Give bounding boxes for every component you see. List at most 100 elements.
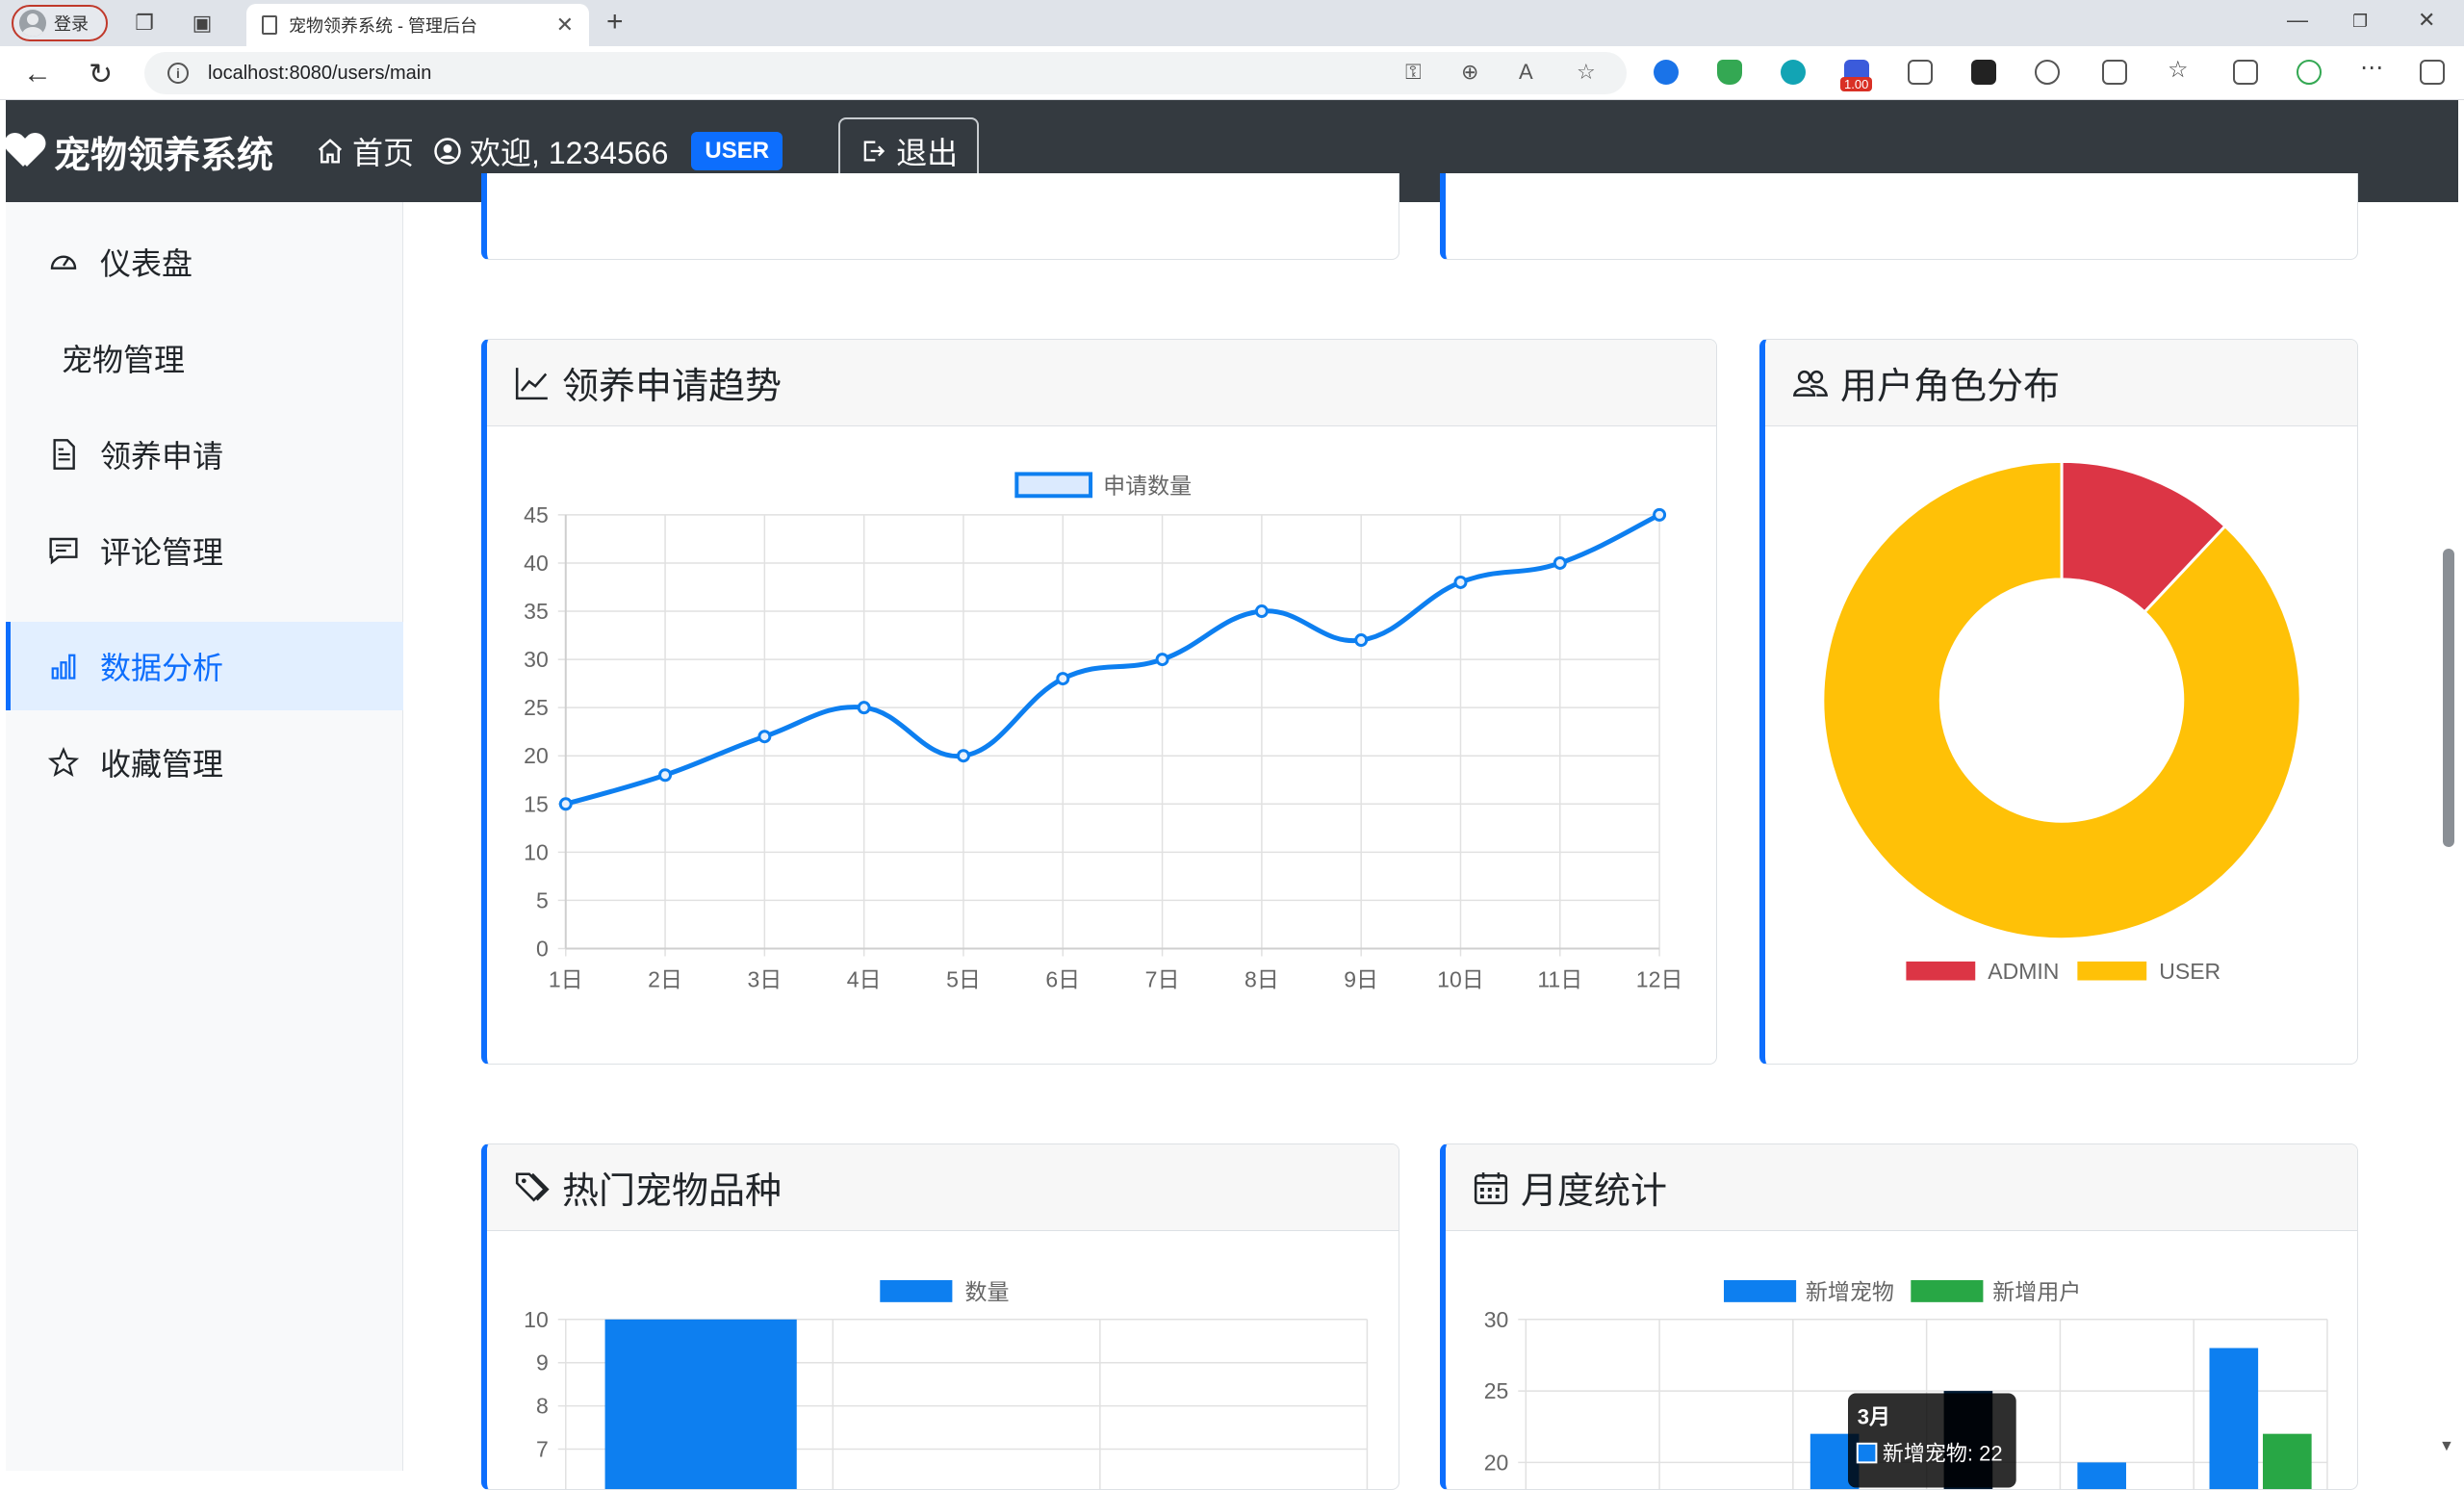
site-info-icon[interactable]: i	[167, 63, 189, 84]
extensions-puzzle-icon[interactable]	[2035, 60, 2060, 85]
extension-teal-icon[interactable]	[1781, 60, 1806, 85]
data-point	[1553, 555, 1567, 570]
sidebar-item-pets[interactable]: 宠物管理	[6, 314, 403, 402]
nav-home-label: 首页	[352, 136, 415, 170]
trend-card-title: 领养申请趋势	[562, 367, 783, 407]
profile-button[interactable]: 登录	[12, 5, 108, 41]
calendar-icon	[1474, 1171, 1508, 1204]
legend-swatch	[880, 1279, 953, 1302]
sidebar-item-label: 领养申请	[100, 439, 224, 474]
y-tick-label: 20	[1484, 1450, 1509, 1475]
page-icon	[262, 15, 277, 35]
data-point	[1453, 575, 1468, 589]
sidebar-item-label: 仪表盘	[100, 246, 193, 281]
page-scrollbar[interactable]	[2443, 549, 2454, 847]
extension-blue-icon[interactable]	[1654, 60, 1679, 85]
y-tick-label: 15	[524, 791, 549, 816]
browser-tab[interactable]: 宠物领养系统 - 管理后台 ✕	[246, 4, 589, 46]
legend-swatch	[1724, 1279, 1797, 1302]
monthly-card-header: 月度统计	[1446, 1144, 2357, 1231]
collections-icon[interactable]	[1908, 60, 1933, 85]
comment-icon	[46, 533, 81, 568]
sidebar: 仪表盘 宠物管理 领养申请 评论管理 数据分析 收藏管理	[6, 202, 403, 1471]
minimize-icon[interactable]: —	[2287, 8, 2308, 33]
doughnut-slice-user	[1821, 459, 2302, 941]
favorites-icon[interactable]: ☆	[2168, 56, 2193, 83]
new-tab-icon[interactable]: +	[606, 6, 624, 39]
star-icon	[46, 745, 81, 780]
logout-label: 退出	[896, 136, 959, 170]
key-icon[interactable]: ⚿	[1405, 60, 1422, 85]
welcome-user: 欢迎, 1234566	[433, 129, 668, 173]
welcome-text: 欢迎, 1234566	[470, 136, 669, 170]
legend-label: USER	[2159, 959, 2220, 984]
back-icon[interactable]: ←	[23, 58, 52, 90]
stat-card-right	[1440, 173, 2358, 260]
extension-dark-icon[interactable]	[1971, 60, 1996, 85]
roles-card: 用户角色分布 ADMIN USER	[1759, 339, 2358, 1065]
more-menu-icon[interactable]: ⋯	[2360, 54, 2385, 81]
data-point	[1056, 672, 1070, 686]
legend-label: ADMIN	[1988, 959, 2059, 984]
favorite-icon[interactable]: ☆	[1577, 60, 1596, 85]
sidebar-item-favorites[interactable]: 收藏管理	[6, 718, 403, 807]
stat-card-left	[481, 173, 1399, 260]
x-tick-label: 7日	[1145, 966, 1180, 991]
legend-swatch	[1906, 961, 1976, 981]
y-tick-label: 0	[536, 936, 549, 961]
y-tick-label: 5	[536, 887, 549, 912]
bar	[2263, 1433, 2312, 1489]
speedometer-icon	[46, 244, 81, 279]
x-tick-label: 8日	[1245, 966, 1279, 991]
tooltip-title: 3月	[1858, 1405, 1890, 1429]
y-tick-label: 7	[536, 1436, 549, 1461]
role-badge: USER	[691, 132, 783, 170]
x-tick-label: 11日	[1537, 966, 1582, 991]
y-tick-label: 20	[524, 743, 549, 768]
tooltip-swatch	[1856, 1442, 1878, 1464]
sidebar-item-applications[interactable]: 领养申请	[6, 410, 403, 499]
sidebar-item-label: 数据分析	[100, 651, 224, 685]
read-aloud-icon[interactable]: A	[1519, 60, 1533, 85]
tab-title: 宠物领养系统 - 管理后台	[289, 16, 477, 36]
profile-label: 登录	[54, 14, 89, 34]
data-point	[1653, 507, 1667, 522]
window-close-icon[interactable]: ✕	[2418, 8, 2435, 33]
trend-line-chart: 0 5 10 15 20 25 30 35 40 45 1日 2日 3日 4日 5日 6日 7日 8日 9日 10日 1…	[524, 472, 1682, 991]
nav-home-link[interactable]: 首页	[316, 129, 414, 173]
scroll-down-arrow-icon[interactable]: ▼	[2439, 1438, 2454, 1455]
document-icon	[46, 437, 81, 472]
refresh-icon[interactable]: ↻	[89, 58, 113, 91]
sidebar-item-dashboard[interactable]: 仪表盘	[6, 218, 403, 306]
shield-extension-icon[interactable]	[1717, 60, 1742, 85]
sidebar-toggle-icon[interactable]	[2420, 60, 2445, 85]
data-point	[558, 797, 573, 811]
split-screen-icon[interactable]	[2102, 60, 2127, 85]
sidebar-item-label: 收藏管理	[100, 747, 224, 782]
legend-swatch	[2077, 961, 2147, 981]
vertical-tabs-icon[interactable]: ▣	[189, 10, 216, 37]
extension-badge: 1.00	[1840, 77, 1873, 91]
tags-icon	[515, 1171, 550, 1201]
sidebar-item-label: 评论管理	[100, 535, 224, 570]
x-tick-label: 9日	[1344, 966, 1378, 991]
brand[interactable]: 宠物领养系统	[6, 125, 273, 178]
x-tick-label: 10日	[1437, 966, 1484, 991]
workspaces-icon[interactable]: ❐	[131, 10, 158, 37]
sidebar-item-analytics[interactable]: 数据分析	[6, 622, 403, 710]
address-input[interactable]: i localhost:8080/users/main	[144, 52, 1627, 94]
sidebar-item-comments[interactable]: 评论管理	[6, 506, 403, 595]
x-tick-label: 1日	[549, 966, 583, 991]
browser-collections-icon[interactable]	[2233, 60, 2258, 85]
bar	[2077, 1462, 2126, 1489]
data-point	[757, 730, 772, 744]
zoom-icon[interactable]: ⊕	[1461, 60, 1478, 85]
logout-icon	[863, 141, 886, 162]
tab-close-icon[interactable]: ✕	[556, 13, 574, 38]
restore-icon[interactable]: ❐	[2352, 12, 2368, 32]
health-icon[interactable]	[2297, 60, 2322, 85]
user-circle-icon	[434, 138, 461, 165]
legend-label: 申请数量	[1103, 473, 1192, 498]
sidebar-item-label: 宠物管理	[62, 343, 186, 377]
y-tick-label: 30	[524, 647, 549, 672]
